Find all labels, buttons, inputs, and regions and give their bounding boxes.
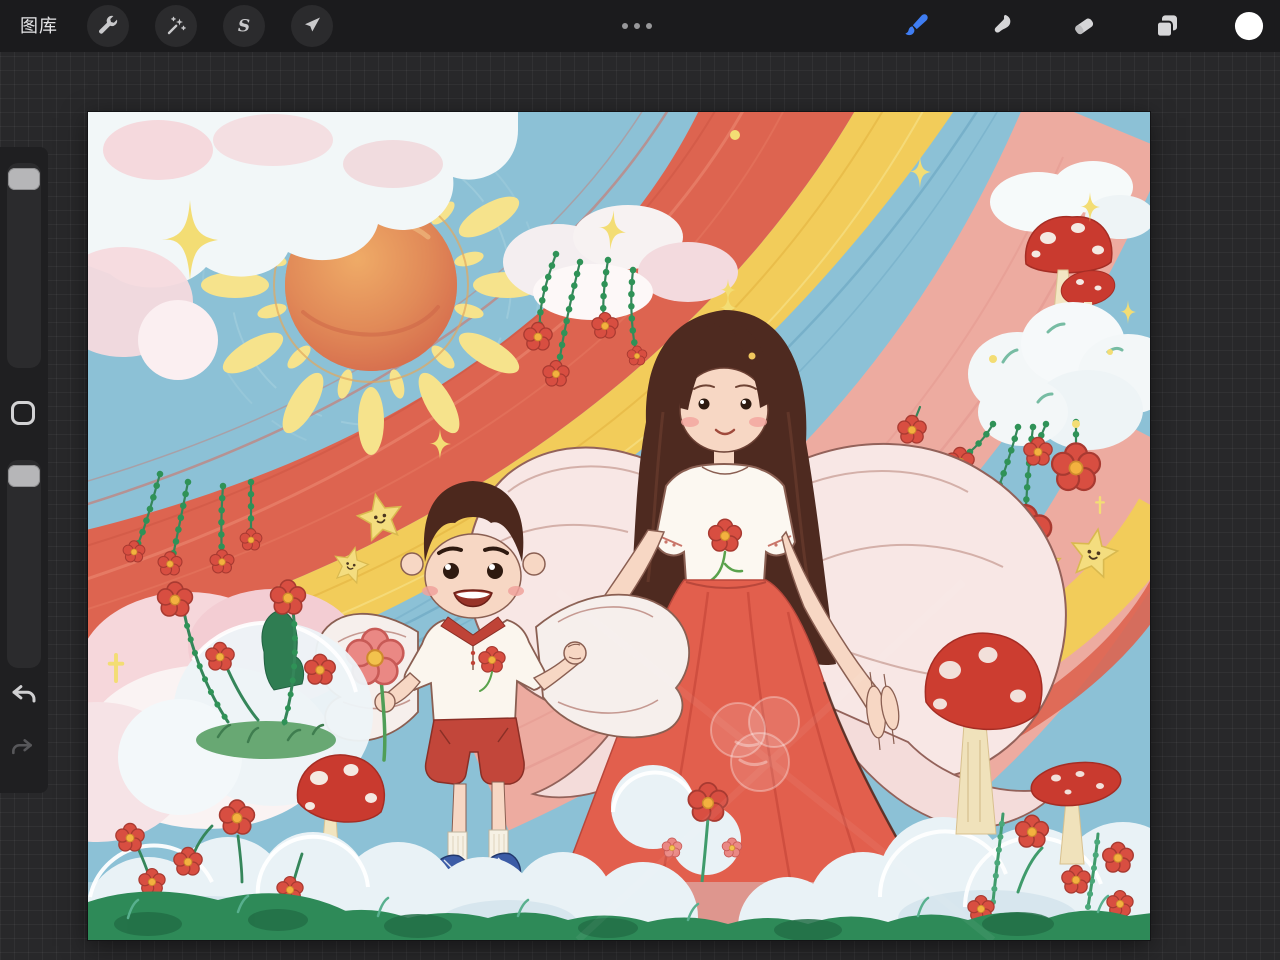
smudge-finger-icon <box>994 14 1011 33</box>
transform-arrow-icon <box>305 17 320 32</box>
undo-icon <box>12 685 36 703</box>
paint-brush-icon <box>905 14 928 36</box>
canvas-options-button[interactable] <box>622 23 652 29</box>
brush-size-slider[interactable] <box>7 163 41 368</box>
eraser-tool-button[interactable] <box>1069 11 1099 41</box>
modify-button[interactable] <box>11 401 35 425</box>
color-swatch-icon <box>1234 11 1264 41</box>
selection-s-icon: S <box>238 17 250 37</box>
brush-size-handle[interactable] <box>8 168 40 190</box>
dot <box>622 23 628 29</box>
redo-button[interactable] <box>9 737 39 763</box>
brush-tool-button[interactable] <box>901 11 931 41</box>
dot <box>634 23 640 29</box>
eraser-icon <box>1075 18 1094 35</box>
layers-button[interactable] <box>1152 11 1182 41</box>
adjustments-button[interactable] <box>155 5 197 47</box>
redo-icon <box>12 739 32 755</box>
procreate-window: { "top_bar": { "gallery_label": "图库", "l… <box>0 0 1280 960</box>
brush-opacity-slider[interactable] <box>7 460 41 668</box>
magic-wand-icon <box>167 16 186 35</box>
smudge-tool-button[interactable] <box>987 11 1017 41</box>
undo-button[interactable] <box>9 683 39 709</box>
gallery-button[interactable]: 图库 <box>20 0 58 52</box>
actions-button[interactable] <box>87 5 129 47</box>
transform-button[interactable] <box>291 5 333 47</box>
selection-button[interactable]: S <box>223 5 265 47</box>
brush-sidebar <box>0 147 48 793</box>
wrench-icon <box>99 15 118 34</box>
layers-icon <box>1156 15 1177 38</box>
brush-opacity-handle[interactable] <box>8 465 40 487</box>
svg-text:S: S <box>238 17 250 37</box>
color-button[interactable] <box>1234 11 1264 41</box>
drawing-canvas[interactable] <box>88 112 1150 940</box>
dot <box>646 23 652 29</box>
artwork <box>88 112 1150 940</box>
top-toolbar: 图库 S <box>0 0 1280 52</box>
